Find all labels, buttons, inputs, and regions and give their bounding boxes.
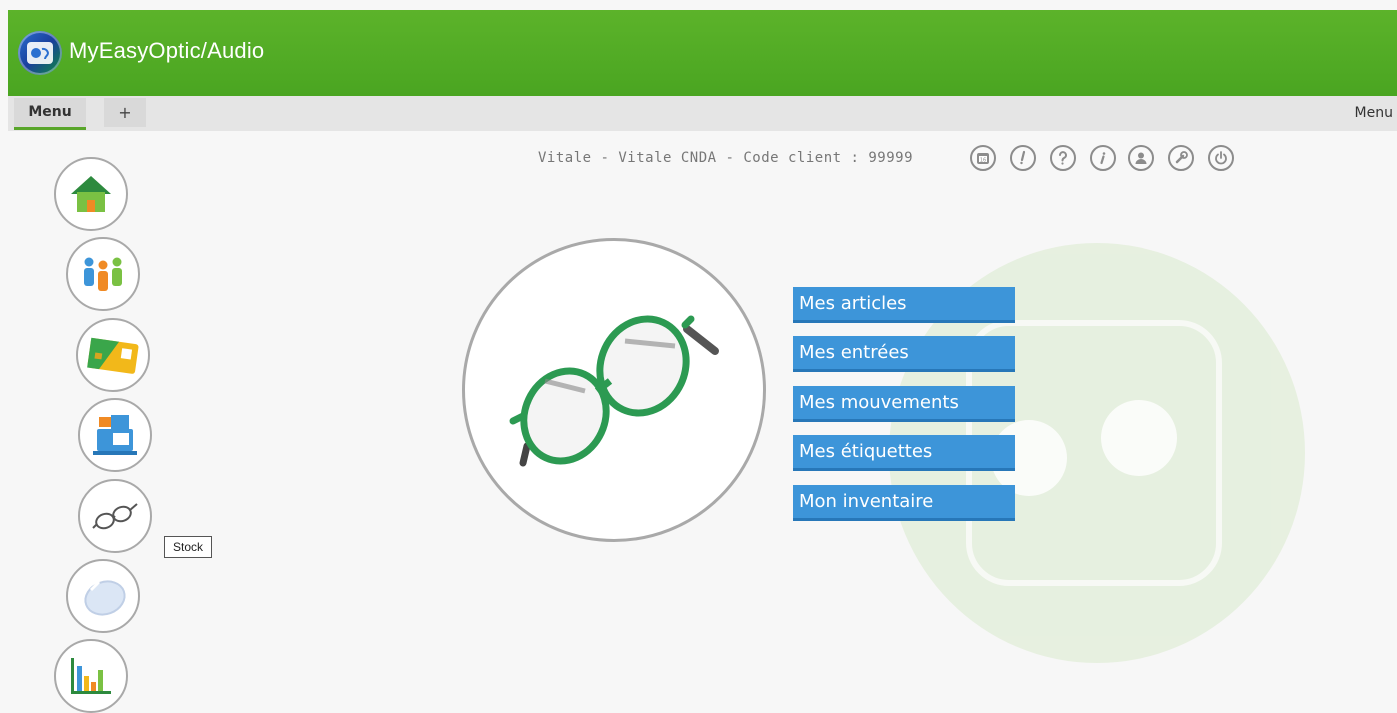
- tab-menu[interactable]: Menu: [14, 98, 86, 130]
- stock-illustration: [462, 238, 766, 542]
- app-title: MyEasyOptic/Audio: [69, 38, 265, 63]
- help-icon[interactable]: [1050, 145, 1076, 171]
- sidebar-clients-button[interactable]: [66, 237, 140, 311]
- add-tab-button[interactable]: +: [104, 98, 146, 127]
- mon-inventaire-button[interactable]: Mon inventaire: [793, 485, 1015, 521]
- mes-articles-button[interactable]: Mes articles: [793, 287, 1015, 323]
- glasses-icon: [92, 503, 138, 530]
- svg-text:16: 16: [980, 158, 986, 164]
- menu-link-right[interactable]: Menu: [1355, 96, 1393, 131]
- sidebar-lenses-button[interactable]: [66, 559, 140, 633]
- mes-mouvements-button[interactable]: Mes mouvements: [793, 386, 1015, 422]
- power-icon[interactable]: [1208, 145, 1234, 171]
- tab-bar: Menu + Menu: [8, 96, 1397, 131]
- user-icon[interactable]: [1128, 145, 1154, 171]
- calendar-icon[interactable]: 16: [970, 145, 996, 171]
- info-icon[interactable]: [1090, 145, 1116, 171]
- app-logo: [18, 31, 62, 75]
- mes-etiquettes-button[interactable]: Mes étiquettes: [793, 435, 1015, 471]
- vitale-card-icon: [87, 337, 139, 374]
- home-icon: [71, 176, 111, 212]
- mes-entrees-button[interactable]: Mes entrées: [793, 336, 1015, 372]
- sidebar-home-button[interactable]: [54, 157, 128, 231]
- green-glasses-icon: [509, 315, 719, 467]
- sidebar-cashier-button[interactable]: [78, 398, 152, 472]
- settings-icon[interactable]: [1168, 145, 1194, 171]
- stats-icon: [71, 658, 111, 694]
- app-header: MyEasyOptic/Audio: [8, 10, 1397, 96]
- stock-tooltip: Stock: [164, 536, 213, 558]
- sidebar-stats-button[interactable]: [54, 639, 128, 713]
- alert-icon[interactable]: [1010, 145, 1036, 171]
- cash-register-icon: [93, 415, 137, 455]
- client-info: Vitale - Vitale CNDA - Code client : 999…: [538, 150, 914, 166]
- sidebar-stock-button[interactable]: [78, 479, 152, 553]
- sidebar-vitale-button[interactable]: [76, 318, 150, 392]
- clients-icon: [84, 257, 122, 291]
- lens-icon: [84, 580, 126, 616]
